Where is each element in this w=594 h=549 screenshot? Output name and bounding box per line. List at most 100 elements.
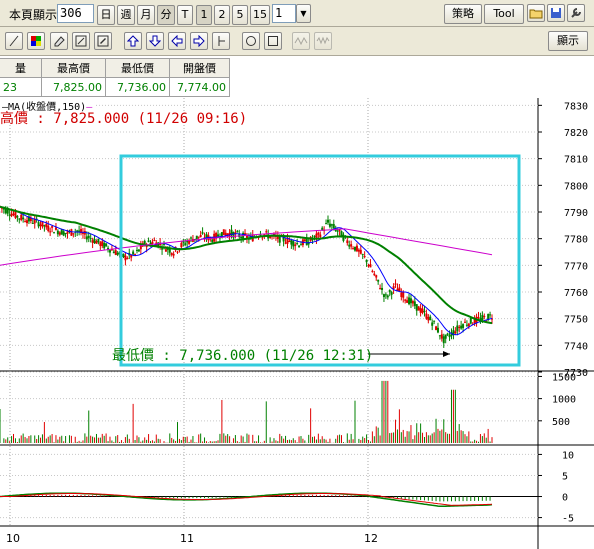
price-candle <box>195 235 198 240</box>
price-tick-label: 7830 <box>564 101 588 112</box>
min-1-button[interactable]: 1 <box>196 5 212 25</box>
price-candle <box>184 243 187 245</box>
price-candle <box>91 240 94 243</box>
scroll-down-button[interactable] <box>146 32 164 50</box>
price-candle <box>188 240 191 244</box>
cell-low: 7,736.00 <box>105 77 170 97</box>
circle-icon <box>246 36 256 46</box>
price-candle <box>222 229 225 235</box>
price-candle <box>78 230 81 232</box>
x-tick-label: 12 <box>364 532 378 545</box>
price-candle <box>153 240 156 242</box>
price-candle <box>408 297 411 305</box>
period-minute-button[interactable]: 分 <box>157 5 175 25</box>
price-candle <box>384 294 387 296</box>
price-candle <box>421 308 424 313</box>
osc-tick-label: 5 <box>562 471 568 482</box>
min-15-button[interactable]: 15 <box>250 5 270 25</box>
scroll-left-button[interactable] <box>168 32 186 50</box>
price-candle <box>388 290 391 293</box>
price-candle <box>440 334 443 339</box>
period-tick-button[interactable]: T <box>177 5 193 25</box>
price-candle <box>462 324 465 328</box>
eraser-tool-button[interactable] <box>50 32 68 50</box>
price-candle <box>354 246 357 251</box>
col-header-volume: 量 <box>0 58 42 78</box>
period-day-button[interactable]: 日 <box>97 5 115 25</box>
chevron-down-icon: ▼ <box>300 9 307 18</box>
price-candle <box>325 223 328 225</box>
price-candle <box>45 223 48 228</box>
open-folder-button[interactable] <box>527 4 545 22</box>
save-button[interactable] <box>547 4 565 22</box>
interval-input[interactable]: 1 <box>272 4 296 23</box>
price-tick-label: 7750 <box>564 315 588 326</box>
price-candle <box>137 249 140 252</box>
price-candle <box>346 240 349 244</box>
volume-tick-label: 500 <box>552 417 570 428</box>
page-count-input[interactable]: 306 <box>57 4 94 23</box>
col-header-low: 最低價 <box>105 58 170 78</box>
end-icon <box>218 36 225 46</box>
price-candle <box>379 288 382 290</box>
price-candle <box>72 233 75 235</box>
tool-button[interactable]: Tool <box>484 4 524 24</box>
price-candle <box>164 249 167 252</box>
scroll-up-button[interactable] <box>124 32 142 50</box>
price-candle <box>409 298 412 304</box>
min-2-button[interactable]: 2 <box>214 5 230 25</box>
price-candle <box>49 231 52 233</box>
scroll-right-button[interactable] <box>190 32 208 50</box>
price-candle <box>423 310 426 312</box>
price-candle <box>190 237 193 239</box>
price-candle <box>240 236 243 239</box>
period-week-button[interactable]: 週 <box>117 5 135 25</box>
circle-tool-button[interactable] <box>242 32 260 50</box>
line-tool-button[interactable] <box>5 32 23 50</box>
wave2-tool-button[interactable] <box>314 32 332 50</box>
settings-button[interactable] <box>567 4 585 22</box>
price-candle <box>112 251 115 254</box>
edit-tool-button[interactable] <box>72 32 90 50</box>
price-candle <box>332 224 335 229</box>
show-button[interactable]: 顯示 <box>548 31 588 51</box>
draw-tool-button[interactable] <box>94 32 112 50</box>
price-candle <box>97 238 100 243</box>
quote-table: 量 最高價 最低價 開盤價 23 7,825.00 7,736.00 7,774… <box>0 58 594 98</box>
price-candle <box>12 213 15 215</box>
price-tick-label: 7760 <box>564 288 588 299</box>
price-candle <box>170 252 173 255</box>
price-candle <box>352 248 355 250</box>
price-candle <box>398 287 401 292</box>
price-candle <box>116 252 119 255</box>
rect-tool-button[interactable] <box>264 32 282 50</box>
edit-icon <box>75 35 87 47</box>
price-chart[interactable]: 7730774077507760777077807790780078107820… <box>0 98 594 549</box>
save-icon <box>551 8 561 18</box>
price-candle <box>56 230 59 235</box>
price-candle <box>105 243 108 247</box>
price-candle <box>180 243 183 248</box>
price-candle <box>168 249 171 253</box>
price-candle <box>70 229 73 236</box>
color-tool-button[interactable] <box>27 32 45 50</box>
interval-dropdown-button[interactable]: ▼ <box>296 4 311 23</box>
price-candle <box>224 232 227 236</box>
price-candle <box>66 231 69 234</box>
scroll-end-button[interactable] <box>212 32 230 50</box>
price-candle <box>477 317 480 319</box>
eraser-icon <box>54 36 65 47</box>
price-candle <box>85 236 88 240</box>
min-5-button[interactable]: 5 <box>232 5 248 25</box>
wave-tool-button[interactable] <box>292 32 310 50</box>
price-candle <box>394 283 397 285</box>
price-candle <box>296 243 299 245</box>
price-candle <box>425 313 428 319</box>
price-candle <box>10 213 13 217</box>
strategy-button[interactable]: 策略 <box>444 4 482 24</box>
period-month-button[interactable]: 月 <box>137 5 155 25</box>
osc-tick-label: -5 <box>562 514 574 525</box>
price-candle <box>26 220 29 224</box>
price-candle <box>93 238 96 244</box>
price-candle <box>442 336 445 344</box>
